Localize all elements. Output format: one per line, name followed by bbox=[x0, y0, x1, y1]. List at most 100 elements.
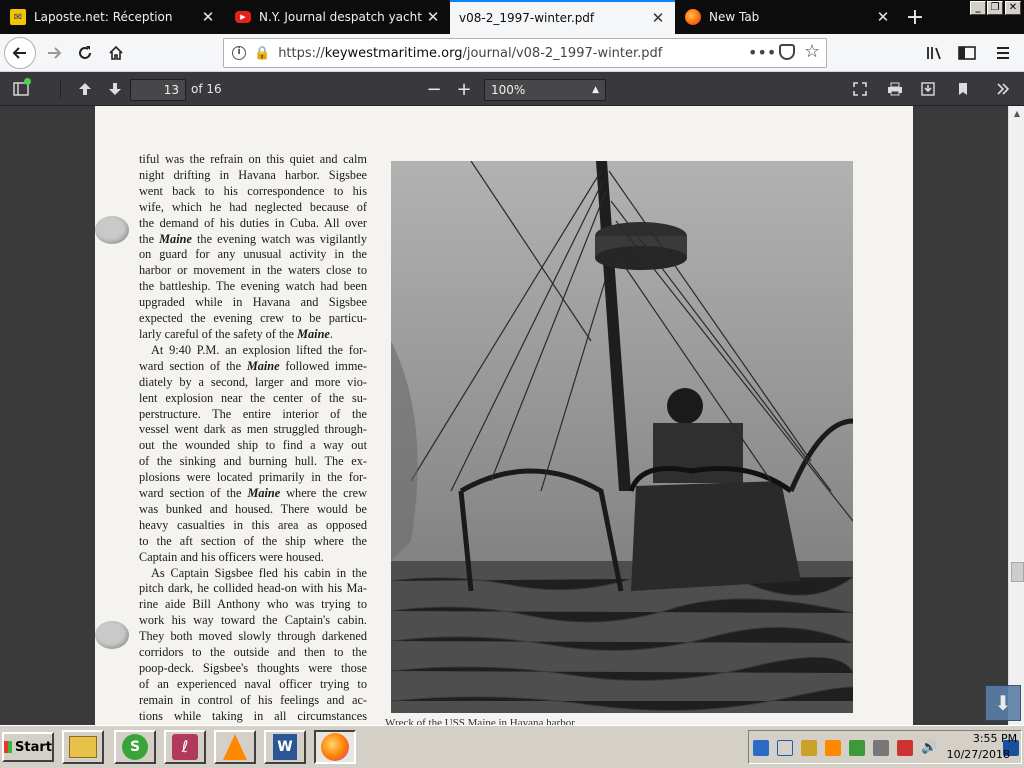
article-line: the battleship. The evening watch had be… bbox=[139, 279, 367, 294]
reload-icon bbox=[79, 46, 91, 59]
article-line: vessel went dark as men struggled throug… bbox=[139, 422, 367, 437]
back-arrow-icon bbox=[12, 47, 26, 59]
zoom-out-button[interactable]: − bbox=[421, 77, 447, 101]
previous-page-button[interactable] bbox=[72, 77, 98, 101]
sidebar-toggle-button[interactable] bbox=[8, 77, 34, 101]
taskbar-firefox[interactable] bbox=[314, 730, 356, 764]
taskbar-vlc[interactable] bbox=[214, 730, 256, 764]
article-line: night drifting in Havana harbor. Sigsbee bbox=[139, 167, 367, 182]
tab-new[interactable]: New Tab ✕ bbox=[675, 0, 900, 34]
page-number-input[interactable]: 13 bbox=[130, 79, 186, 101]
pdf-viewer[interactable]: tiful was the refrain on this quiet and … bbox=[0, 106, 1024, 725]
tab-youtube[interactable]: ▶ N.Y. Journal despatch yacht "Buc ✕ bbox=[225, 0, 450, 34]
hamburger-icon bbox=[997, 47, 1009, 59]
start-button[interactable]: Start bbox=[2, 732, 54, 762]
article-line: on guard for any unusual activity in the bbox=[139, 247, 367, 262]
taskbar-explorer[interactable] bbox=[62, 730, 104, 764]
reload-button[interactable] bbox=[70, 38, 100, 68]
device-icon[interactable] bbox=[873, 740, 889, 756]
zoom-in-button[interactable]: + bbox=[451, 77, 477, 101]
clock-date: 10/27/2018 bbox=[946, 748, 1010, 761]
sidebar-button[interactable] bbox=[952, 38, 982, 68]
tab-bar: ✉ Laposte.net: Réception ✕ ▶ N.Y. Journa… bbox=[0, 0, 1024, 34]
restore-window-button[interactable]: ❐ bbox=[987, 1, 1003, 15]
close-tab-icon[interactable]: ✕ bbox=[872, 8, 894, 26]
tab-pdf[interactable]: v08-2_1997-winter.pdf ✕ bbox=[450, 0, 675, 34]
new-tab-button[interactable]: + bbox=[900, 0, 930, 34]
close-window-button[interactable]: ✕ bbox=[1005, 1, 1021, 15]
tab-label: v08-2_1997-winter.pdf bbox=[459, 11, 595, 25]
taskbar-word[interactable]: W bbox=[264, 730, 306, 764]
close-tab-icon[interactable]: ✕ bbox=[197, 8, 219, 26]
arrow-down-icon bbox=[109, 83, 121, 95]
tools-button[interactable] bbox=[990, 77, 1016, 101]
youtube-icon: ▶ bbox=[235, 11, 251, 23]
forward-button[interactable] bbox=[39, 38, 69, 68]
folder-icon bbox=[69, 736, 97, 758]
firefox-icon bbox=[321, 733, 349, 761]
article-line: harbor or movement in the waters close t… bbox=[139, 263, 367, 278]
disabled-icon[interactable] bbox=[897, 740, 913, 756]
article-line: corridors to the outside and then to the bbox=[139, 645, 367, 660]
pocket-icon[interactable] bbox=[779, 44, 795, 60]
taskbar-skype[interactable]: S bbox=[114, 730, 156, 764]
bookmark-button[interactable] bbox=[950, 77, 976, 101]
tab-laposte[interactable]: ✉ Laposte.net: Réception ✕ bbox=[0, 0, 225, 34]
url-path: /journal/v08-2_1997-winter.pdf bbox=[462, 45, 663, 61]
lock-icon: 🔒 bbox=[254, 45, 271, 61]
security-icon[interactable] bbox=[849, 740, 865, 756]
article-line: went back to his correspondence to his bbox=[139, 183, 367, 198]
windows-taskbar: Start S ℓ W 🔊 bbox=[0, 725, 1024, 768]
tools-icon[interactable] bbox=[801, 740, 817, 756]
dropbox-icon[interactable] bbox=[777, 740, 793, 756]
article-line: heavy casualties in this area as opposed bbox=[139, 517, 367, 532]
article-line: tions while taking in all circumstances bbox=[139, 708, 367, 723]
scroll-thumb[interactable] bbox=[1011, 562, 1024, 582]
fullscreen-button[interactable] bbox=[847, 77, 873, 101]
start-label: Start bbox=[15, 739, 52, 755]
photo-caption: Wreck of the USS Maine in Havana harbor bbox=[385, 717, 575, 725]
article-line: of an experienced naval officer trying t… bbox=[139, 676, 367, 691]
notification-dot-icon bbox=[24, 78, 31, 85]
minimize-window-button[interactable]: _ bbox=[970, 1, 986, 15]
article-line: perstructure. The entire interior of the bbox=[139, 406, 367, 421]
zoom-select[interactable]: 100% ▲▼ bbox=[484, 79, 606, 115]
word-icon: W bbox=[273, 734, 297, 760]
home-button[interactable] bbox=[101, 38, 131, 68]
vlc-tray-icon[interactable] bbox=[825, 740, 841, 756]
article-line: tiful was the refrain on this quiet and … bbox=[139, 152, 367, 166]
article-line: ward section of the Maine where the crew bbox=[139, 486, 367, 501]
download-button[interactable] bbox=[915, 77, 941, 101]
back-button[interactable] bbox=[4, 37, 36, 69]
url-scheme: https:// bbox=[278, 45, 325, 61]
network-icon[interactable] bbox=[753, 740, 769, 756]
url-bar[interactable]: i 🔒 https://keywestmaritime.org/journal/… bbox=[223, 38, 827, 68]
close-tab-icon[interactable]: ✕ bbox=[422, 8, 444, 26]
page-actions-icon[interactable]: ••• bbox=[748, 43, 776, 62]
article-line: ward section of the Maine followed imme- bbox=[139, 358, 367, 373]
print-button[interactable] bbox=[882, 77, 908, 101]
vertical-scrollbar[interactable]: ▲ bbox=[1008, 106, 1024, 725]
url-host: keywestmaritime.org bbox=[324, 45, 463, 61]
firefox-icon bbox=[685, 9, 701, 25]
arrow-up-icon bbox=[79, 83, 91, 95]
laposte-icon: ✉ bbox=[10, 9, 26, 25]
info-icon[interactable]: i bbox=[232, 46, 246, 60]
punch-hole bbox=[95, 216, 129, 244]
close-tab-icon[interactable]: ✕ bbox=[647, 9, 669, 27]
taskbar-pdf-reader[interactable]: ℓ bbox=[164, 730, 206, 764]
library-button[interactable] bbox=[920, 38, 950, 68]
scroll-up-arrow-icon[interactable]: ▲ bbox=[1009, 106, 1024, 122]
article-line: work his way toward the Captain's cabin. bbox=[139, 613, 367, 628]
download-overlay-icon[interactable]: ⬇ bbox=[985, 685, 1021, 721]
article-line: out the wounded ship to find a way out bbox=[139, 438, 367, 453]
bookmark-star-icon[interactable]: ☆ bbox=[804, 41, 820, 62]
windows-logo-icon bbox=[4, 741, 13, 753]
menu-button[interactable] bbox=[988, 38, 1018, 68]
volume-icon[interactable]: 🔊 bbox=[921, 740, 937, 756]
separator bbox=[60, 79, 61, 99]
download-icon bbox=[921, 82, 935, 96]
article-line: diately by a second, larger and more vio… bbox=[139, 374, 367, 389]
next-page-button[interactable] bbox=[102, 77, 128, 101]
punch-hole bbox=[95, 621, 129, 649]
